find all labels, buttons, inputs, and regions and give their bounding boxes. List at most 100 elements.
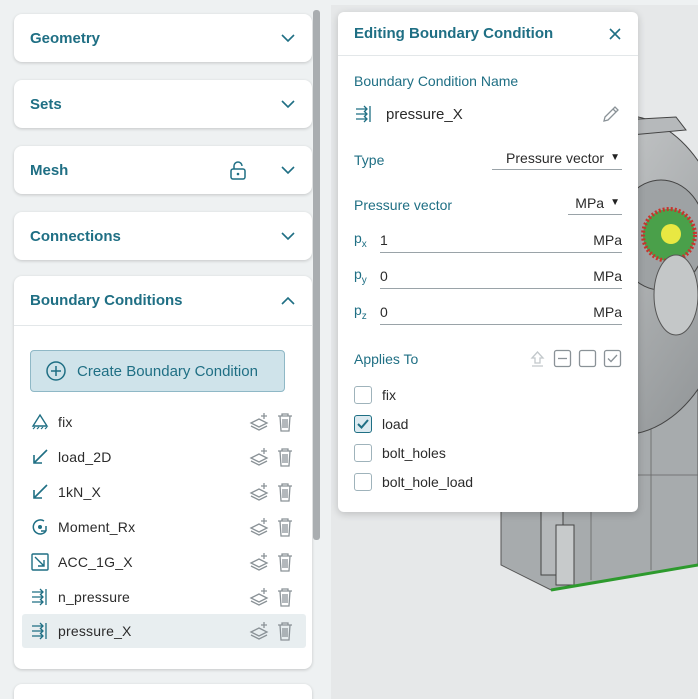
name-label: Boundary Condition Name bbox=[354, 73, 519, 89]
px-unit: MPa bbox=[593, 231, 622, 248]
assign-layers-icon[interactable] bbox=[248, 481, 270, 503]
create-label: Create Boundary Condition bbox=[77, 362, 258, 380]
pz-input[interactable]: 0 MPa bbox=[380, 299, 622, 325]
list-item[interactable]: Moment_Rx bbox=[22, 510, 306, 544]
list-item-name: ACC_1G_X bbox=[58, 554, 133, 570]
section-label: Geometry bbox=[30, 29, 101, 47]
section-label: Connections bbox=[30, 227, 121, 245]
section-boundary-conditions: Boundary Conditions Create Boundary Cond… bbox=[14, 276, 312, 669]
trash-icon[interactable] bbox=[274, 411, 296, 433]
next-section-card bbox=[14, 684, 312, 699]
assign-layers-icon[interactable] bbox=[248, 620, 270, 642]
target-bolt-holes[interactable]: bolt_holes bbox=[354, 442, 446, 464]
target-load[interactable]: load bbox=[354, 413, 408, 435]
chevron-down-icon bbox=[281, 232, 295, 241]
px-field[interactable]: px 1 MPa bbox=[354, 226, 622, 254]
name-value[interactable]: pressure_X bbox=[386, 106, 600, 123]
type-value: Pressure vector bbox=[506, 149, 605, 166]
section-label: Mesh bbox=[30, 161, 69, 179]
assign-layers-icon[interactable] bbox=[248, 411, 270, 433]
assign-layers-icon[interactable] bbox=[248, 446, 270, 468]
chevron-down-icon bbox=[281, 100, 295, 109]
plus-circle-icon bbox=[46, 361, 66, 381]
list-item[interactable]: 1kN_X bbox=[22, 475, 306, 509]
checkbox[interactable] bbox=[354, 473, 372, 491]
trash-icon[interactable] bbox=[274, 446, 296, 468]
py-input[interactable]: 0 MPa bbox=[380, 263, 622, 289]
fixed-support-icon bbox=[31, 413, 49, 430]
selection-tools bbox=[528, 349, 622, 368]
pz-label: pz bbox=[354, 302, 367, 322]
acceleration-icon bbox=[31, 553, 49, 571]
list-item[interactable]: ACC_1G_X bbox=[22, 545, 306, 579]
target-bolt-hole-load[interactable]: bolt_hole_load bbox=[354, 471, 473, 493]
list-item[interactable]: load_2D bbox=[22, 440, 306, 474]
chevron-down-icon: ▼ bbox=[610, 197, 620, 208]
close-icon[interactable] bbox=[608, 27, 622, 41]
pressure-icon bbox=[32, 622, 47, 640]
chevron-down-icon bbox=[281, 166, 295, 175]
assign-layers-icon[interactable] bbox=[248, 551, 270, 573]
pressure-icon bbox=[356, 105, 371, 123]
py-field[interactable]: py 0 MPa bbox=[354, 262, 622, 290]
px-value: 1 bbox=[380, 231, 388, 248]
unit-select[interactable]: MPa ▼ bbox=[568, 191, 622, 215]
target-label: bolt_hole_load bbox=[382, 474, 474, 490]
unit-value: MPa bbox=[575, 194, 605, 211]
trash-icon[interactable] bbox=[274, 516, 296, 538]
target-label: load bbox=[382, 416, 409, 432]
check-icon bbox=[357, 419, 369, 429]
section-mesh[interactable]: Mesh bbox=[14, 146, 312, 194]
pz-value: 0 bbox=[380, 303, 388, 320]
lock-open-icon[interactable] bbox=[228, 160, 248, 180]
list-item-name: load_2D bbox=[58, 449, 112, 465]
px-input[interactable]: 1 MPa bbox=[380, 227, 622, 253]
trash-icon[interactable] bbox=[274, 620, 296, 642]
py-value: 0 bbox=[380, 267, 388, 284]
pencil-icon[interactable] bbox=[600, 103, 622, 125]
type-label: Type bbox=[354, 152, 385, 168]
select-all-icon[interactable] bbox=[603, 349, 622, 368]
list-item-name: n_pressure bbox=[58, 589, 131, 605]
target-label: bolt_holes bbox=[382, 445, 446, 461]
section-label: Boundary Conditions bbox=[30, 292, 183, 309]
sidebar-scrollbar[interactable] bbox=[313, 10, 320, 540]
trash-icon[interactable] bbox=[274, 551, 296, 573]
pressure-vector-label: Pressure vector bbox=[354, 197, 453, 213]
section-header[interactable]: Boundary Conditions bbox=[14, 276, 312, 326]
create-boundary-condition-button[interactable]: Create Boundary Condition bbox=[30, 350, 285, 392]
list-item-name: fix bbox=[58, 414, 73, 430]
list-item[interactable]: fix bbox=[22, 405, 306, 439]
px-label: px bbox=[354, 230, 367, 250]
list-item-name: Moment_Rx bbox=[58, 519, 136, 535]
py-label: py bbox=[354, 266, 367, 286]
checkbox[interactable] bbox=[354, 444, 372, 462]
list-item-name: pressure_X bbox=[58, 623, 132, 639]
type-select[interactable]: Pressure vector ▼ bbox=[492, 146, 622, 170]
section-geometry[interactable]: Geometry bbox=[14, 14, 312, 62]
checkbox-checked[interactable] bbox=[354, 415, 372, 433]
applies-to-label: Applies To bbox=[354, 351, 419, 367]
target-label: fix bbox=[382, 387, 396, 403]
chevron-down-icon bbox=[281, 34, 295, 43]
left-panel: Geometry Sets Mesh Connections Boundary … bbox=[0, 0, 322, 699]
upload-selection-icon[interactable] bbox=[528, 349, 547, 368]
select-none-icon[interactable] bbox=[578, 349, 597, 368]
trash-icon[interactable] bbox=[274, 481, 296, 503]
trash-icon[interactable] bbox=[274, 586, 296, 608]
assign-layers-icon[interactable] bbox=[248, 586, 270, 608]
assign-layers-icon[interactable] bbox=[248, 516, 270, 538]
list-item-selected[interactable]: pressure_X bbox=[22, 614, 306, 648]
force-arrow-icon bbox=[33, 449, 48, 464]
pressure-icon bbox=[32, 588, 47, 606]
chevron-down-icon: ▼ bbox=[610, 152, 620, 163]
deselect-all-icon[interactable] bbox=[553, 349, 572, 368]
target-fix[interactable]: fix bbox=[354, 384, 396, 406]
pz-field[interactable]: pz 0 MPa bbox=[354, 298, 622, 326]
panel-header: Editing Boundary Condition bbox=[338, 12, 638, 56]
chevron-up-icon bbox=[281, 296, 295, 305]
section-sets[interactable]: Sets bbox=[14, 80, 312, 128]
checkbox[interactable] bbox=[354, 386, 372, 404]
list-item[interactable]: n_pressure bbox=[22, 580, 306, 614]
section-connections[interactable]: Connections bbox=[14, 212, 312, 260]
